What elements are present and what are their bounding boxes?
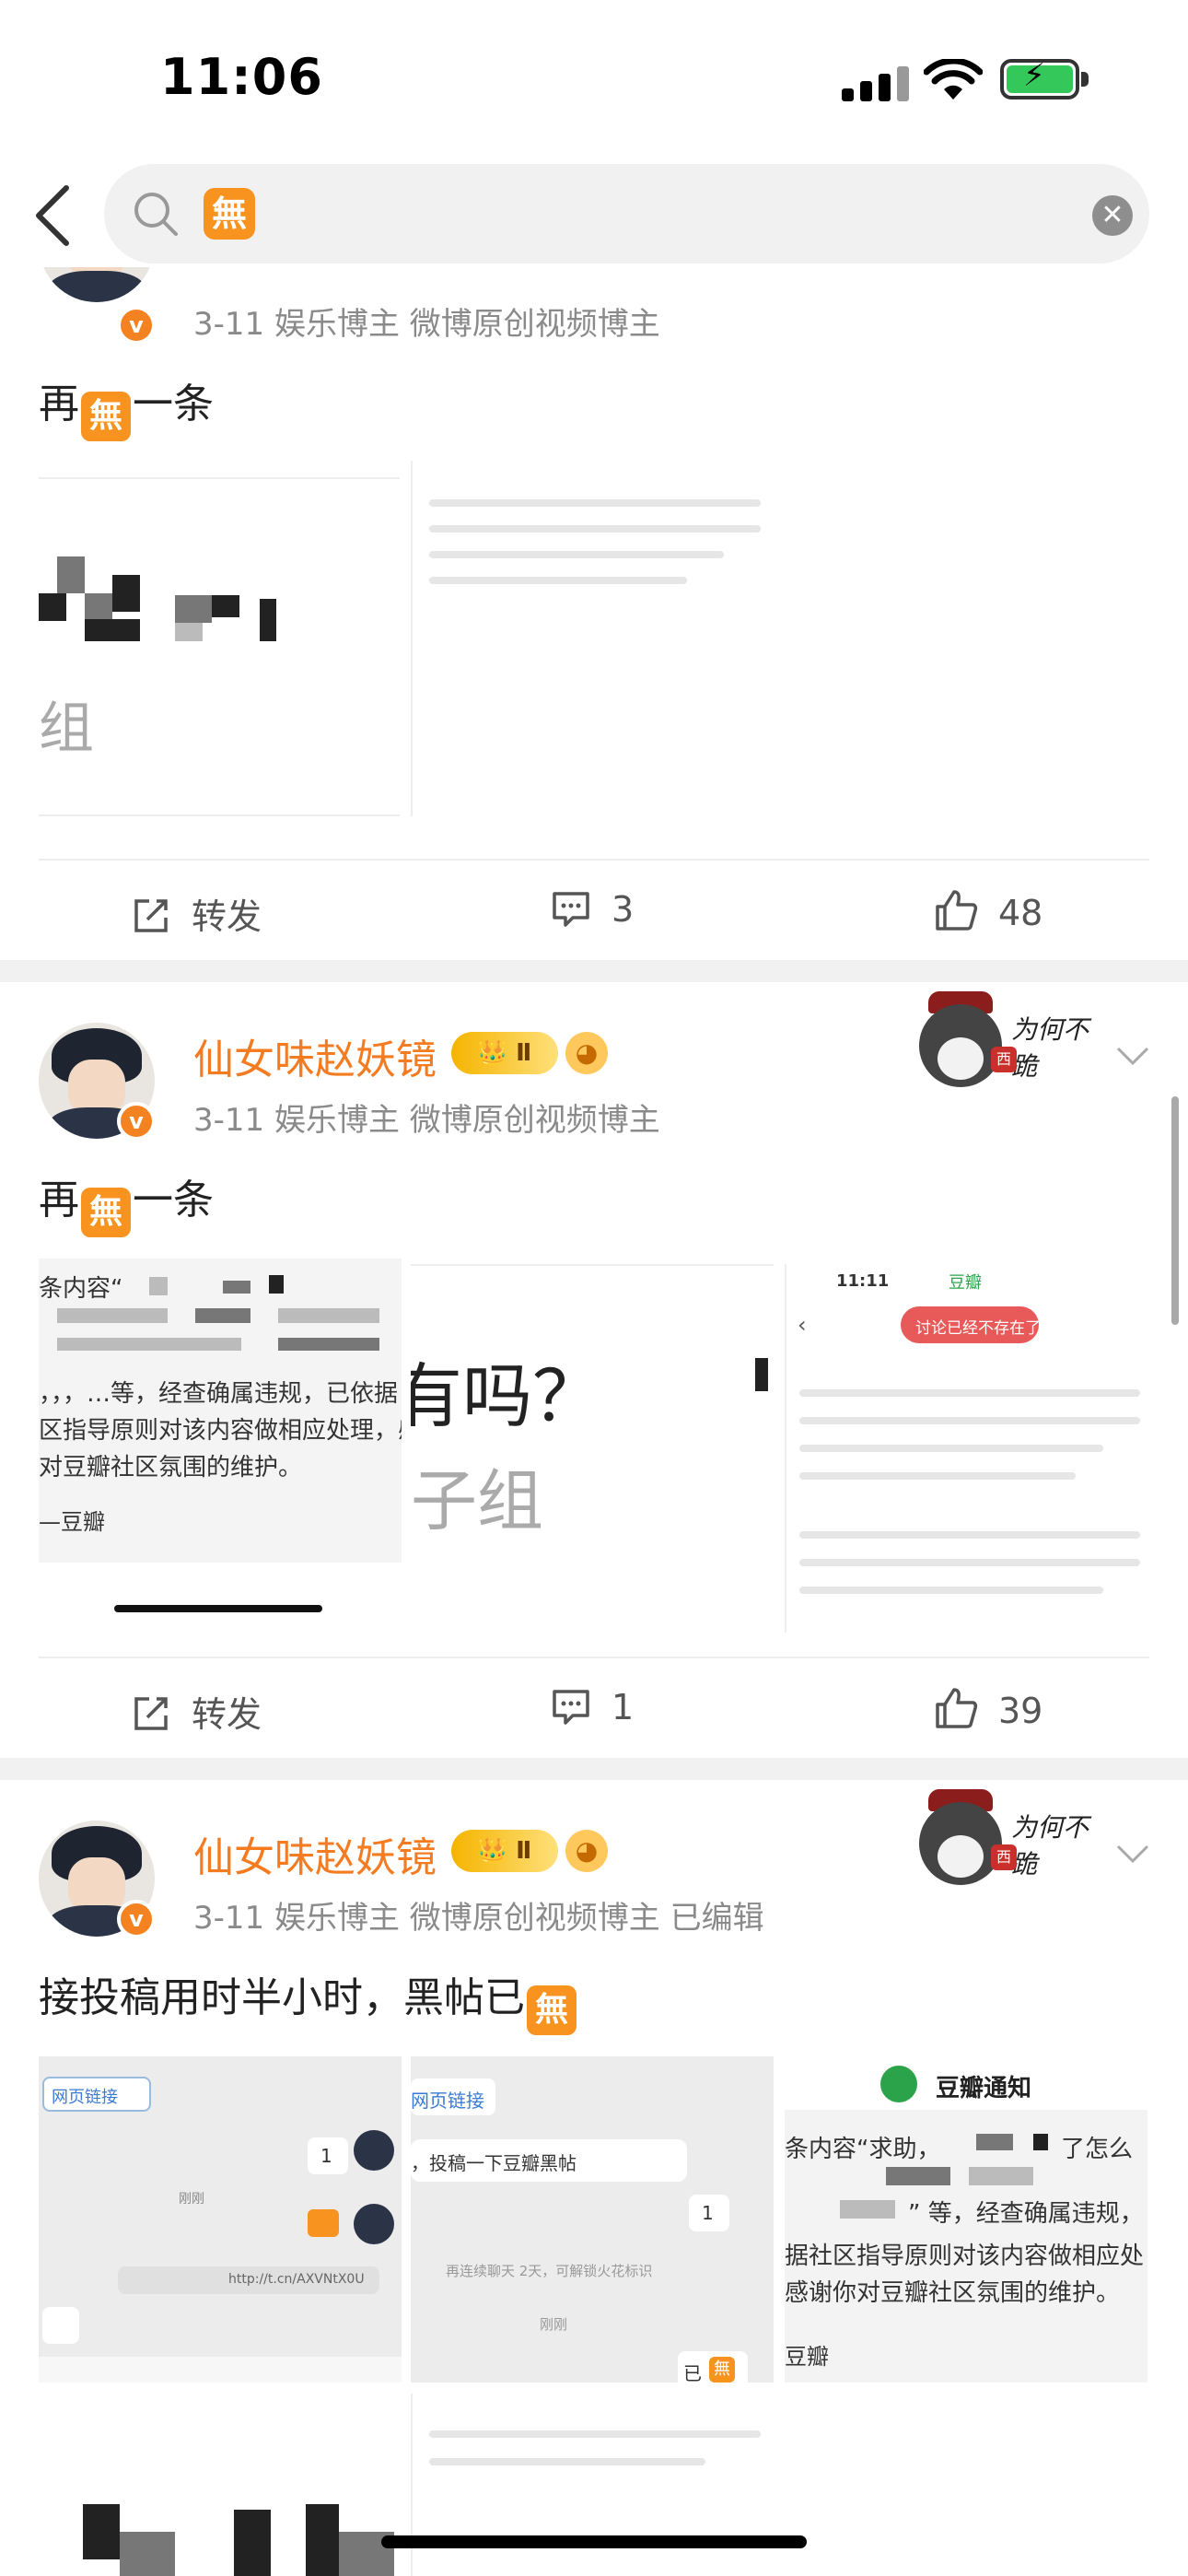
post-image[interactable]: 有吗？ 子组 — [411, 1264, 774, 1568]
post-image[interactable]: 11:11 豆瓣 ‹ 讨论已经不存在了 — [785, 1264, 1147, 1633]
post-image[interactable] — [411, 2394, 774, 2576]
repost-button[interactable]: 转发 — [131, 888, 262, 937]
like-button[interactable]: 39 — [934, 1686, 1042, 1732]
fish-badge-icon: ◕ — [565, 1032, 608, 1074]
post-image[interactable]: 网页链接 ，投稿一下豆瓣黑帖 1 再连续聊天 2天，可解锁火花标识 刚刚 已 無 — [411, 2056, 774, 2383]
username[interactable]: 仙女味赵妖镜 — [193, 1824, 437, 1883]
post-image[interactable]: 条内容“ ，，，…等，经查确属违规，已依据 区指导原则对该内容做相应处理，感 对… — [39, 1259, 402, 1563]
username[interactable]: 仙女味赵妖镜 — [193, 1026, 437, 1085]
post-card[interactable]: v 3-11 娱乐博主 微博原创视频博主 再無一条 组 转发 3 48 — [0, 186, 1188, 960]
verified-badge-icon: v — [117, 306, 156, 345]
repost-button[interactable]: 转发 — [131, 1686, 262, 1735]
thumbs-up-icon — [936, 890, 978, 931]
post-image[interactable]: 豆瓣通知 条内容“求助， 了怎么 ” 等，经查确属违规， 据社区指导原则对该内容… — [785, 2056, 1147, 2383]
post-image[interactable]: 组 — [39, 477, 400, 816]
post-text: 再無一条 — [39, 1166, 214, 1237]
comment-button[interactable]: 3 — [551, 888, 634, 934]
comment-icon — [553, 892, 589, 927]
wu-emoji-icon: 無 — [81, 1188, 131, 1237]
post-image[interactable] — [411, 461, 761, 816]
post-meta: 3-11 娱乐博主 微博原创视频博主 — [193, 1102, 660, 1139]
clear-search-button[interactable]: ✕ — [1092, 195, 1133, 236]
post-action-bar: 转发 1 39 — [39, 1657, 1149, 1758]
status-time: 11:06 — [160, 48, 323, 106]
chevron-down-icon[interactable] — [1114, 1037, 1151, 1074]
crown-level-badge-icon: 👑 Ⅱ — [451, 1830, 558, 1872]
back-chevron-icon[interactable] — [28, 179, 79, 252]
chevron-down-icon[interactable] — [1114, 1835, 1151, 1872]
repost-icon — [134, 1697, 168, 1730]
comment-button[interactable]: 1 — [551, 1686, 634, 1732]
post-image[interactable]: 网页链接 1 刚刚 http://t.cn/AXVNtX0U — [39, 2056, 402, 2383]
search-input[interactable]: 無 ✕ — [104, 164, 1149, 263]
search-header: 無 ✕ — [0, 157, 1188, 267]
fish-badge-icon: ◕ — [565, 1830, 608, 1872]
repost-icon — [134, 899, 168, 932]
post-image[interactable] — [39, 2394, 402, 2576]
post-action-bar: 转发 3 48 — [39, 859, 1149, 960]
comment-icon — [553, 1690, 589, 1725]
crown-level-badge-icon: 👑 Ⅱ — [451, 1032, 558, 1074]
video-progress-bar[interactable] — [114, 1605, 322, 1612]
link-chip: 网页链接 — [42, 2077, 151, 2112]
post-card[interactable]: v 仙女味赵妖镜 👑 Ⅱ ◕ 为何不跪 西皇 3-11 娱乐博主 微博原创视频博… — [0, 982, 1188, 1758]
like-button[interactable]: 48 — [934, 888, 1042, 934]
post-meta: 3-11 娱乐博主 微博原创视频博主 已编辑 — [193, 1900, 764, 1937]
verified-badge-icon: v — [117, 1900, 156, 1938]
verified-badge-icon: v — [117, 1102, 156, 1141]
post-text: 再無一条 — [39, 370, 214, 441]
cat-decoration-icon: 为何不跪 西皇 — [912, 991, 1105, 1094]
search-query-emoji: 無 — [204, 188, 255, 240]
post-text: 接投稿用时半小时，黑帖已無 — [39, 1964, 578, 2035]
cat-decoration-icon: 为何不跪 西皇 — [912, 1789, 1105, 1891]
megaphone-icon — [880, 2066, 917, 2102]
status-bar: 11:06 ⚡ — [0, 0, 1188, 157]
deleted-notice-pill: 讨论已经不存在了 — [901, 1306, 1041, 1343]
thumbs-up-icon — [936, 1688, 978, 1728]
search-icon — [134, 193, 178, 236]
battery-icon: ⚡ — [1000, 59, 1089, 100]
home-indicator[interactable] — [381, 2535, 807, 2548]
post-meta: 3-11 娱乐博主 微博原创视频博主 — [193, 306, 660, 343]
post-card[interactable]: v 仙女味赵妖镜 👑 Ⅱ ◕ 为何不跪 西皇 3-11 娱乐博主 微博原创视频博… — [0, 1780, 1188, 2576]
post-separator — [0, 960, 1188, 982]
wu-emoji-icon: 無 — [527, 1985, 577, 2035]
cellular-signal-icon — [842, 64, 912, 101]
scrollbar[interactable] — [1171, 1096, 1179, 1325]
wifi-icon — [924, 59, 983, 100]
wu-emoji-icon: 無 — [81, 392, 131, 441]
post-separator — [0, 1758, 1188, 1780]
